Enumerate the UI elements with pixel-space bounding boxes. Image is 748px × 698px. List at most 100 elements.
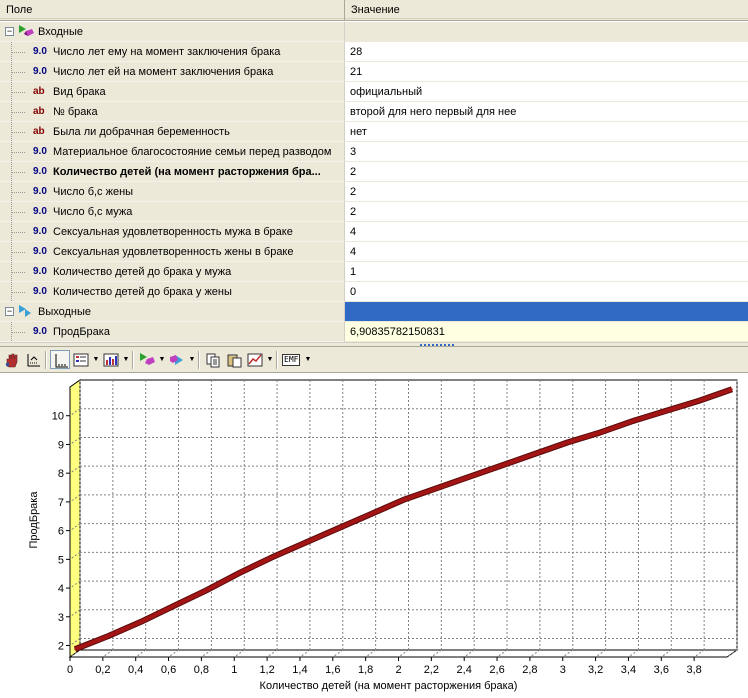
y-tick-label: 4	[58, 583, 64, 595]
property-name-cell: 9.0 Сексуальная удовлетворенность мужа в …	[0, 222, 344, 242]
x-tick-label: 1,6	[325, 664, 340, 676]
property-row[interactable]: ab Вид брака официальный	[0, 82, 748, 102]
series-point	[337, 527, 339, 530]
tree-branch	[12, 332, 26, 333]
property-grid: Поле Значение − Входные 9.0 Число лет ему н…	[0, 0, 748, 342]
group-value-cell	[344, 302, 748, 322]
property-value-field[interactable]: 28	[344, 42, 748, 62]
numeric-type-icon: 9.0	[33, 326, 47, 337]
chevron-down-icon[interactable]: ▼	[158, 350, 166, 369]
line-chart-button[interactable]	[245, 350, 265, 369]
tree-branch	[12, 152, 26, 153]
property-label: Число б,с жены	[53, 186, 134, 198]
x-tick-label: 0,8	[194, 664, 209, 676]
property-value-field[interactable]: 4	[344, 222, 748, 242]
x-tick-label: 3	[560, 664, 566, 676]
property-row[interactable]: 9.0 Сексуальная удовлетворенность жены в …	[0, 242, 748, 262]
chart-toolbar: ▼ ▼ ▼ ▼ ▼ EMF ▼	[0, 347, 748, 373]
chevron-down-icon[interactable]: ▼	[122, 350, 130, 369]
property-row[interactable]: 9.0 Количество детей (на момент расторжен…	[0, 162, 748, 182]
tree-branch	[12, 172, 26, 173]
bar-chart-button[interactable]	[101, 350, 121, 369]
property-row[interactable]: 9.0 Материальное благосостояние семьи пер…	[0, 142, 748, 162]
series-point	[402, 499, 405, 501]
property-value-field[interactable]: 2	[344, 202, 748, 222]
emf-export-button[interactable]: EMF	[281, 350, 303, 369]
chevron-down-icon[interactable]: ▼	[92, 350, 100, 369]
series-point	[698, 399, 700, 402]
group-name-cell: − Входные	[0, 22, 344, 42]
collapse-toggle-icon[interactable]: −	[5, 307, 14, 316]
x-tick-label: 2,8	[522, 664, 537, 676]
property-value-field[interactable]: 21	[344, 62, 748, 82]
input-node-button[interactable]	[137, 350, 157, 369]
property-value-field[interactable]: 4	[344, 242, 748, 262]
group-row-outputs[interactable]: − Выходные	[0, 302, 748, 322]
property-value-field[interactable]: официальный	[344, 82, 748, 102]
copy-button[interactable]	[203, 350, 223, 369]
property-row[interactable]: 9.0 Число лет ему на момент заключения бр…	[0, 42, 748, 62]
column-header-value[interactable]: Значение	[345, 0, 748, 21]
property-row[interactable]: 9.0 ПродБрака 6,90835782150831	[0, 322, 748, 342]
property-row[interactable]: 9.0 Количество детей до брака у жены 0	[0, 282, 748, 302]
property-row[interactable]: ab Была ли добрачная беременность нет	[0, 122, 748, 142]
x-tick-label: 0,6	[161, 664, 176, 676]
property-name-cell: ab Вид брака	[0, 82, 344, 102]
numeric-type-icon: 9.0	[33, 286, 47, 297]
property-row[interactable]: 9.0 Число б,с мужа 2	[0, 202, 748, 222]
input-node-icon	[140, 353, 155, 365]
x-tick-label: 1	[231, 664, 237, 676]
property-label: Сексуальная удовлетворенность жены в бра…	[53, 246, 294, 258]
property-value-field[interactable]: 2	[344, 182, 748, 202]
property-name-cell: 9.0 Количество детей (на момент расторжен…	[0, 162, 344, 182]
legend-button[interactable]	[71, 350, 91, 369]
series-point	[369, 513, 372, 515]
property-value-field[interactable]: нет	[344, 122, 748, 142]
property-row[interactable]: 9.0 Число б,с жены 2	[0, 182, 748, 202]
property-label: Количество детей до брака у жены	[53, 286, 232, 298]
chevron-down-icon[interactable]: ▼	[188, 350, 196, 369]
toolbar-separator	[198, 351, 200, 369]
x-tick-label: 0	[67, 664, 73, 676]
property-name-cell: ab № брака	[0, 102, 344, 122]
numeric-type-icon: 9.0	[33, 66, 47, 77]
column-header-field[interactable]: Поле	[0, 0, 345, 21]
property-value-field[interactable]: второй для него первый для нее	[344, 102, 748, 122]
x-axis-title: Количество детей (на момент расторжения …	[260, 680, 518, 692]
series-point	[731, 388, 733, 391]
property-value-field[interactable]: 1	[344, 262, 748, 282]
series-point	[304, 542, 306, 544]
x-tick-label: 3,4	[621, 664, 636, 676]
property-value-field[interactable]: 0	[344, 282, 748, 302]
collapse-toggle-icon[interactable]: −	[5, 27, 14, 36]
property-label: Число лет ему на момент заключения брака	[53, 46, 281, 58]
chevron-down-icon[interactable]: ▼	[304, 350, 312, 369]
toolbar-separator	[132, 351, 134, 369]
axes-button[interactable]	[50, 350, 70, 369]
legend-icon	[73, 353, 89, 367]
property-name-cell: 9.0 Сексуальная удовлетворенность жены в …	[0, 242, 344, 262]
group-row-inputs[interactable]: − Входные	[0, 22, 748, 42]
property-row[interactable]: ab № брака второй для него первый для нее	[0, 102, 748, 122]
property-value-field[interactable]: 6,90835782150831	[344, 322, 748, 342]
x-tick-label: 1,4	[292, 664, 307, 676]
series-point	[205, 589, 208, 592]
paste-button[interactable]	[224, 350, 244, 369]
numeric-type-icon: 9.0	[33, 186, 47, 197]
property-value-field[interactable]: 2	[344, 162, 748, 182]
y-tick-label: 7	[58, 497, 64, 509]
axis-scale-button[interactable]	[23, 350, 43, 369]
chevron-down-icon[interactable]: ▼	[266, 350, 274, 369]
hand-button[interactable]	[2, 350, 22, 369]
property-value-field[interactable]: 3	[344, 142, 748, 162]
property-row[interactable]: 9.0 Число лет ей на момент заключения бра…	[0, 62, 748, 82]
property-row[interactable]: 9.0 Сексуальная удовлетворенность мужа в …	[0, 222, 748, 242]
output-node-button[interactable]	[167, 350, 187, 369]
splitter-grip[interactable]	[420, 344, 456, 346]
column-header-value-label: Значение	[351, 4, 400, 16]
y-tick-label: 10	[52, 411, 64, 423]
property-row[interactable]: 9.0 Количество детей до брака у мужа 1	[0, 262, 748, 282]
series-point	[172, 605, 175, 607]
column-header-field-label: Поле	[6, 4, 33, 16]
text-type-icon: ab	[33, 86, 45, 97]
